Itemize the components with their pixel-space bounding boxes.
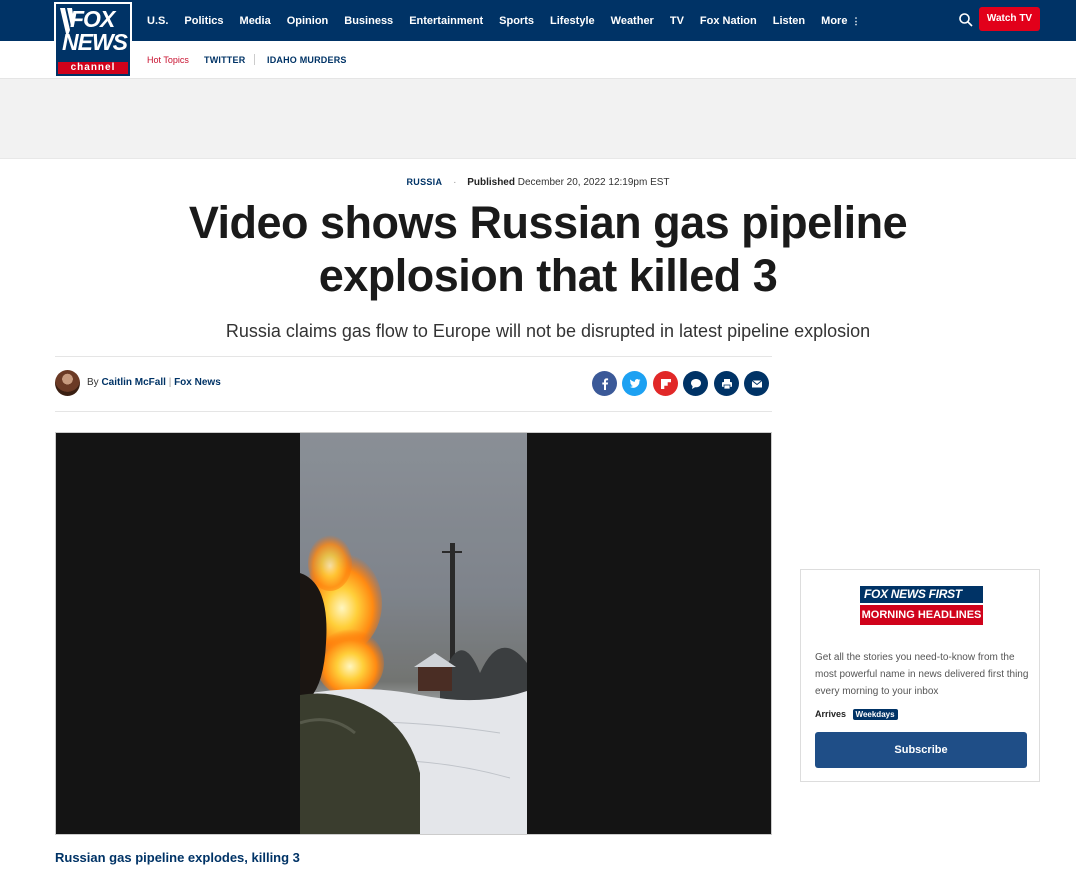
fox-news-logo[interactable]: FOX NEWS channel [54,2,132,78]
comments-icon[interactable] [683,371,708,396]
logo-word-channel: channel [58,62,128,74]
print-icon[interactable] [714,371,739,396]
nav-item-lifestyle[interactable]: Lifestyle [550,15,595,27]
article-subheadline: Russia claims gas flow to Europe will no… [225,321,871,341]
author-link[interactable]: Caitlin McFall [101,377,165,388]
video-frame-image [300,433,527,834]
nav-item-media[interactable]: Media [240,15,271,27]
video-caption[interactable]: Russian gas pipeline explodes, killing 3 [55,850,300,865]
nav-item-listen[interactable]: Listen [773,15,805,27]
facebook-icon[interactable] [592,371,617,396]
video-player[interactable] [55,432,772,835]
hot-topic-twitter[interactable]: TWITTER [204,55,245,65]
nav-item-tv[interactable]: TV [670,15,684,27]
nav-item-politics[interactable]: Politics [184,15,223,27]
ad-banner-area [0,79,1076,159]
more-dots-icon: ⋮ [851,15,861,26]
article-meta: RUSSIA · Published December 20, 2022 12:… [0,177,1076,188]
hot-topic-divider [254,54,255,65]
divider [55,356,772,357]
nav-item-weather[interactable]: Weather [611,15,654,27]
nav-item-sports[interactable]: Sports [499,15,534,27]
author-avatar[interactable] [55,370,80,396]
newsletter-logo-bottom: MORNING HEADLINES [860,605,983,625]
nav-item-us[interactable]: U.S. [147,15,168,27]
search-icon[interactable] [958,12,974,28]
twitter-icon[interactable] [622,371,647,396]
subscribe-button[interactable]: Subscribe [815,732,1027,768]
logo-word-fox: FOX [70,6,115,32]
org-link[interactable]: Fox News [174,377,221,388]
newsletter-description: Get all the stories you need-to-know fro… [815,652,1029,697]
watch-tv-button[interactable]: Watch TV [979,7,1040,31]
newsletter-arrives: Arrives Weekdays [815,709,898,720]
byline-separator: | [168,377,172,388]
article-category[interactable]: RUSSIA [406,177,442,187]
nav-item-more[interactable]: More ⋮ [821,15,860,27]
hot-topic-idaho-murders[interactable]: IDAHO MURDERS [267,55,347,65]
newsletter-logo-top: FOX NEWS FIRST [860,586,983,603]
divider [55,411,772,412]
nav-more-label: More [821,14,848,27]
hot-topics-label: Hot Topics [147,55,189,65]
main-nav: U.S. Politics Media Opinion Business Ent… [147,0,876,41]
byline-prefix: By [87,377,99,388]
byline: By Caitlin McFall | Fox News [87,377,221,388]
explosion-scene-image [300,433,527,834]
meta-dot-separator: · [453,177,457,188]
arrives-label: Arrives [815,709,847,719]
nav-item-fox-nation[interactable]: Fox Nation [700,15,757,27]
published-label: Published [467,177,515,188]
nav-item-opinion[interactable]: Opinion [287,15,329,27]
logo-word-news: NEWS [62,29,128,55]
article-headline: Video shows Russian gas pipeline explosi… [188,197,908,301]
email-icon[interactable] [744,371,769,396]
newsletter-signup: FOX NEWS FIRST MORNING HEADLINES Get all… [800,569,1040,782]
hot-topics-bar: Hot Topics TWITTER IDAHO MURDERS [0,41,1076,79]
flipboard-icon[interactable] [653,371,678,396]
arrives-badge: Weekdays [852,709,898,720]
published-date: December 20, 2022 12:19pm EST [517,177,670,188]
nav-item-entertainment[interactable]: Entertainment [409,15,483,27]
nav-item-business[interactable]: Business [344,15,393,27]
